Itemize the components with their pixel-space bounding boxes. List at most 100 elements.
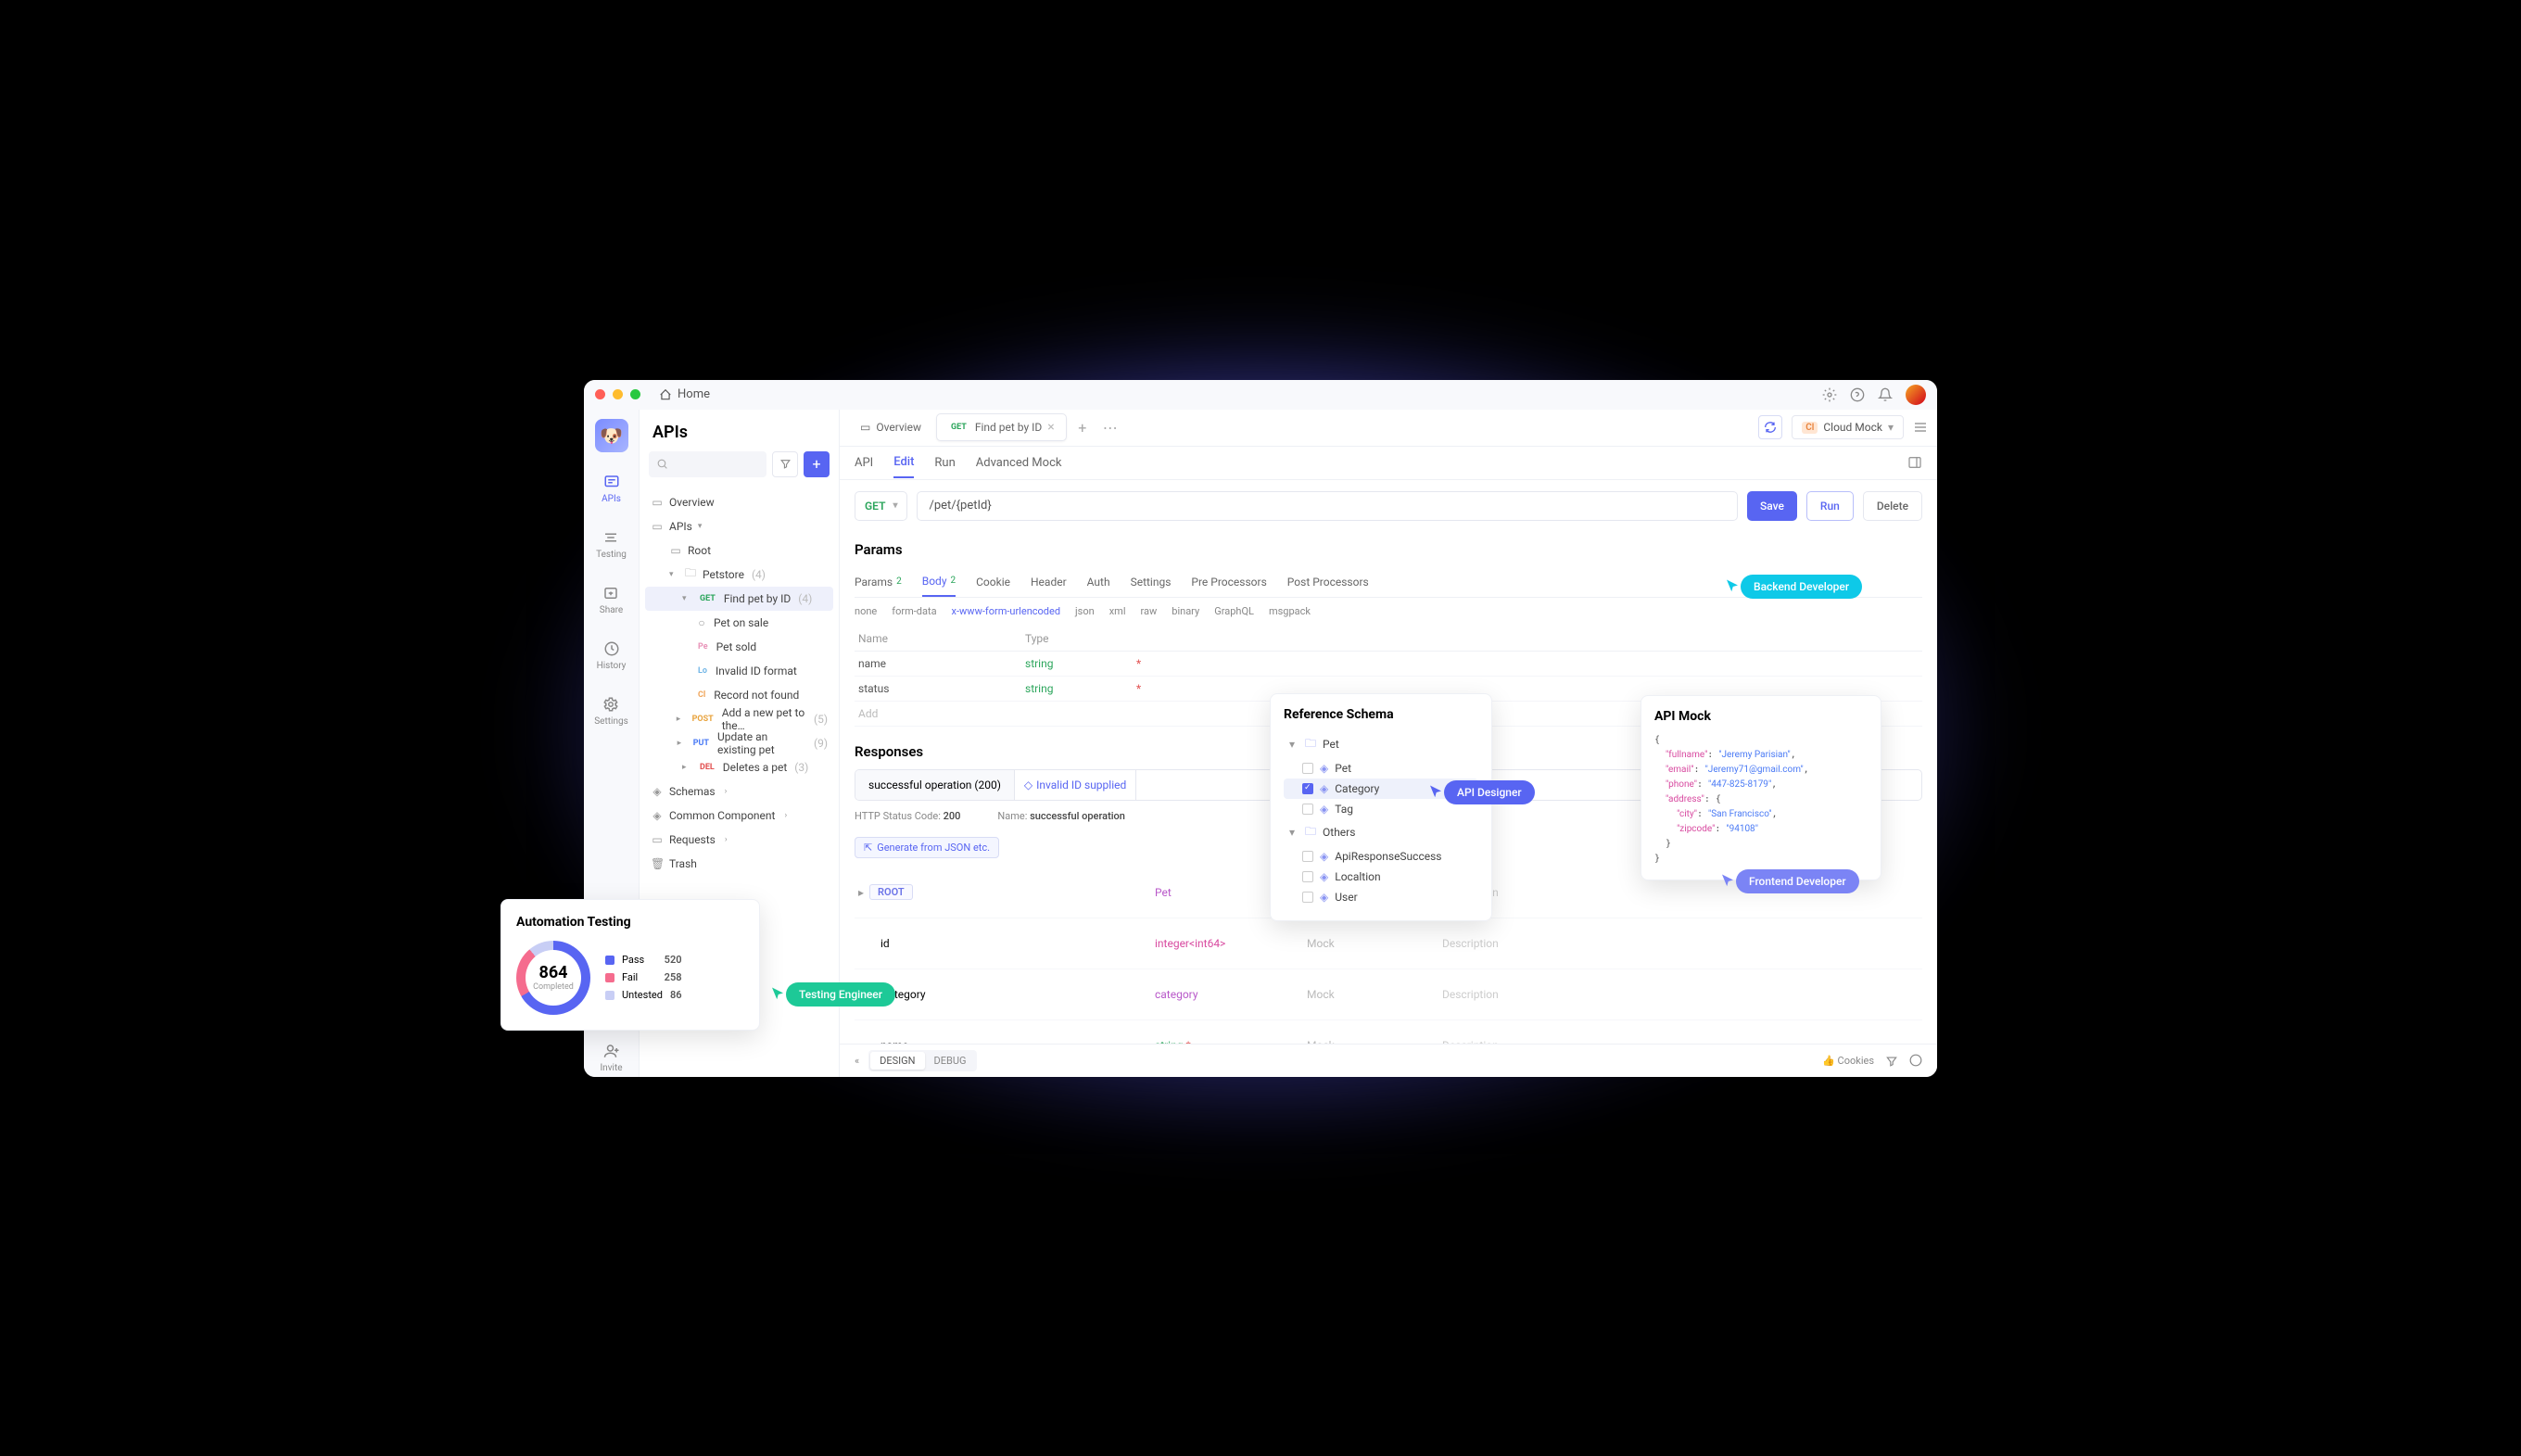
rail-apis[interactable]: APIs bbox=[598, 469, 625, 508]
resp-tab-add[interactable]: ◇Invalid ID supplied bbox=[1015, 770, 1136, 800]
tree-item-addpet[interactable]: ▸POSTAdd a new pet to the…(5) bbox=[645, 707, 833, 731]
tree-item[interactable]: ClRecord not found bbox=[645, 683, 833, 707]
add-button[interactable]: + bbox=[804, 451, 830, 477]
tree-root[interactable]: ▭Root bbox=[645, 538, 833, 563]
env-selector[interactable]: ClCloud Mock▾ bbox=[1792, 415, 1904, 439]
close-icon[interactable]: × bbox=[1047, 420, 1054, 435]
schema-item[interactable]: ◈Localtion bbox=[1284, 867, 1478, 887]
footer-tabs[interactable]: DESIGNDEBUG bbox=[868, 1050, 977, 1071]
tree-item-findpet[interactable]: ▾GETFind pet by ID(4) bbox=[645, 587, 833, 611]
param-type[interactable]: string bbox=[1021, 652, 1133, 677]
ptab-preproc[interactable]: Pre Processors bbox=[1191, 567, 1266, 597]
window-close[interactable] bbox=[595, 389, 605, 399]
schema-group[interactable]: ▾🗀Pet bbox=[1284, 731, 1478, 758]
ptab-cookie[interactable]: Cookie bbox=[976, 567, 1010, 597]
avatar[interactable] bbox=[1906, 385, 1926, 405]
rail-testing[interactable]: Testing bbox=[592, 525, 630, 563]
param-type[interactable]: string bbox=[1021, 677, 1133, 702]
schema-item[interactable]: ◈User bbox=[1284, 887, 1478, 907]
tree-overview[interactable]: ▭Overview bbox=[645, 490, 833, 514]
bodytype[interactable]: msgpack bbox=[1269, 605, 1311, 617]
bodytype[interactable]: xml bbox=[1109, 605, 1126, 617]
tree-item[interactable]: PePet sold bbox=[645, 635, 833, 659]
tree-petstore[interactable]: ▾🗀Petstore(4) bbox=[645, 563, 833, 587]
schema-item[interactable]: ◈Pet bbox=[1284, 758, 1478, 779]
bodytype[interactable]: form-data bbox=[892, 605, 936, 617]
schema-root[interactable]: ROOT bbox=[869, 884, 913, 900]
ptab-postproc[interactable]: Post Processors bbox=[1287, 567, 1369, 597]
tree-schemas[interactable]: ◈Schemas› bbox=[645, 779, 833, 804]
ptab-auth[interactable]: Auth bbox=[1087, 567, 1110, 597]
bell-icon[interactable] bbox=[1878, 387, 1893, 402]
tab-more[interactable]: ⋯ bbox=[1098, 415, 1122, 439]
cookies-button[interactable]: 👍 Cookies bbox=[1822, 1055, 1874, 1067]
window-min[interactable] bbox=[613, 389, 623, 399]
tree-item[interactable]: LoInvalid ID format bbox=[645, 659, 833, 683]
collapse-icon[interactable]: « bbox=[855, 1055, 859, 1067]
url-input[interactable]: /pet/{petId} bbox=[917, 491, 1737, 521]
schema-group[interactable]: ▾🗀Others bbox=[1284, 819, 1478, 846]
tab-overview[interactable]: ▭Overview bbox=[849, 413, 932, 441]
subtab-edit[interactable]: Edit bbox=[893, 448, 914, 478]
trash-icon[interactable] bbox=[1885, 1054, 1898, 1067]
tree-trash[interactable]: 🗑Trash bbox=[645, 852, 833, 876]
tree-item-deletepet[interactable]: ▸DELDeletes a pet(3) bbox=[645, 755, 833, 779]
bodytype[interactable]: x-www-form-urlencoded bbox=[952, 605, 1061, 617]
rail-settings[interactable]: Settings bbox=[590, 691, 632, 730]
bodytype[interactable]: raw bbox=[1141, 605, 1158, 617]
ptab-header[interactable]: Header bbox=[1031, 567, 1067, 597]
bodytype[interactable]: GraphQL bbox=[1214, 605, 1254, 617]
filter-button[interactable] bbox=[772, 451, 798, 477]
tree-common[interactable]: ◈Common Component› bbox=[645, 804, 833, 828]
help-icon[interactable] bbox=[1850, 387, 1865, 402]
tree-requests[interactable]: ▭Requests› bbox=[645, 828, 833, 852]
col-type: Type bbox=[1021, 627, 1133, 652]
tree-apis[interactable]: ▭APIs ▾ bbox=[645, 514, 833, 538]
section-params: Params bbox=[855, 541, 1922, 558]
legend-row: Untested86 bbox=[605, 989, 682, 1001]
subtab-mock[interactable]: Advanced Mock bbox=[976, 449, 1062, 477]
tab-add[interactable]: + bbox=[1070, 415, 1095, 439]
help-icon[interactable] bbox=[1909, 1054, 1922, 1067]
save-button[interactable]: Save bbox=[1747, 491, 1797, 521]
param-name[interactable]: status bbox=[855, 677, 1021, 702]
popup-title: Reference Schema bbox=[1284, 707, 1478, 722]
schema-item[interactable]: ◈ApiResponseSuccess bbox=[1284, 846, 1478, 867]
bodytype[interactable]: json bbox=[1075, 605, 1095, 617]
cube-icon: ◈ bbox=[651, 785, 664, 798]
workspace-logo[interactable]: 🐶 bbox=[595, 419, 628, 452]
panel-icon[interactable] bbox=[1907, 455, 1922, 470]
tree-item-updatepet[interactable]: ▸PUTUpdate an existing pet(9) bbox=[645, 731, 833, 755]
search-icon bbox=[656, 458, 668, 470]
invite-icon bbox=[602, 1042, 621, 1060]
callout-backend: Backend Developer bbox=[1724, 575, 1862, 599]
param-add[interactable]: Add bbox=[855, 702, 1021, 727]
rail-share[interactable]: Share bbox=[596, 580, 627, 619]
method-select[interactable]: GET▾ bbox=[855, 491, 907, 521]
bodytype[interactable]: none bbox=[855, 605, 877, 617]
menu-icon[interactable] bbox=[1913, 420, 1928, 435]
mock-json: { "fullname": "Jeremy Parisian", "email"… bbox=[1654, 733, 1868, 867]
share-icon bbox=[602, 584, 620, 602]
ptab-settings[interactable]: Settings bbox=[1131, 567, 1172, 597]
breadcrumb-home[interactable]: Home bbox=[659, 387, 710, 401]
tab-findpet[interactable]: GETFind pet by ID× bbox=[936, 413, 1067, 441]
rail-history[interactable]: History bbox=[593, 636, 630, 675]
folder-icon: ▭ bbox=[651, 520, 664, 533]
ptab-params[interactable]: Params2 bbox=[855, 567, 902, 597]
resp-tab[interactable]: successful operation (200) bbox=[855, 770, 1015, 800]
rail-invite[interactable]: Invite bbox=[596, 1038, 626, 1077]
tree-item[interactable]: ○Pet on sale bbox=[645, 611, 833, 635]
window-max[interactable] bbox=[630, 389, 640, 399]
run-button[interactable]: Run bbox=[1806, 491, 1854, 521]
bodytype[interactable]: binary bbox=[1172, 605, 1199, 617]
param-name[interactable]: name bbox=[855, 652, 1021, 677]
sync-icon[interactable] bbox=[1758, 415, 1782, 439]
search-input[interactable] bbox=[649, 451, 766, 477]
delete-button[interactable]: Delete bbox=[1863, 491, 1922, 521]
ptab-body[interactable]: Body2 bbox=[922, 567, 956, 597]
gear-icon[interactable] bbox=[1822, 387, 1837, 402]
subtab-run[interactable]: Run bbox=[934, 449, 955, 477]
generate-button[interactable]: ⇱Generate from JSON etc. bbox=[855, 837, 999, 858]
subtab-api[interactable]: API bbox=[855, 449, 873, 477]
